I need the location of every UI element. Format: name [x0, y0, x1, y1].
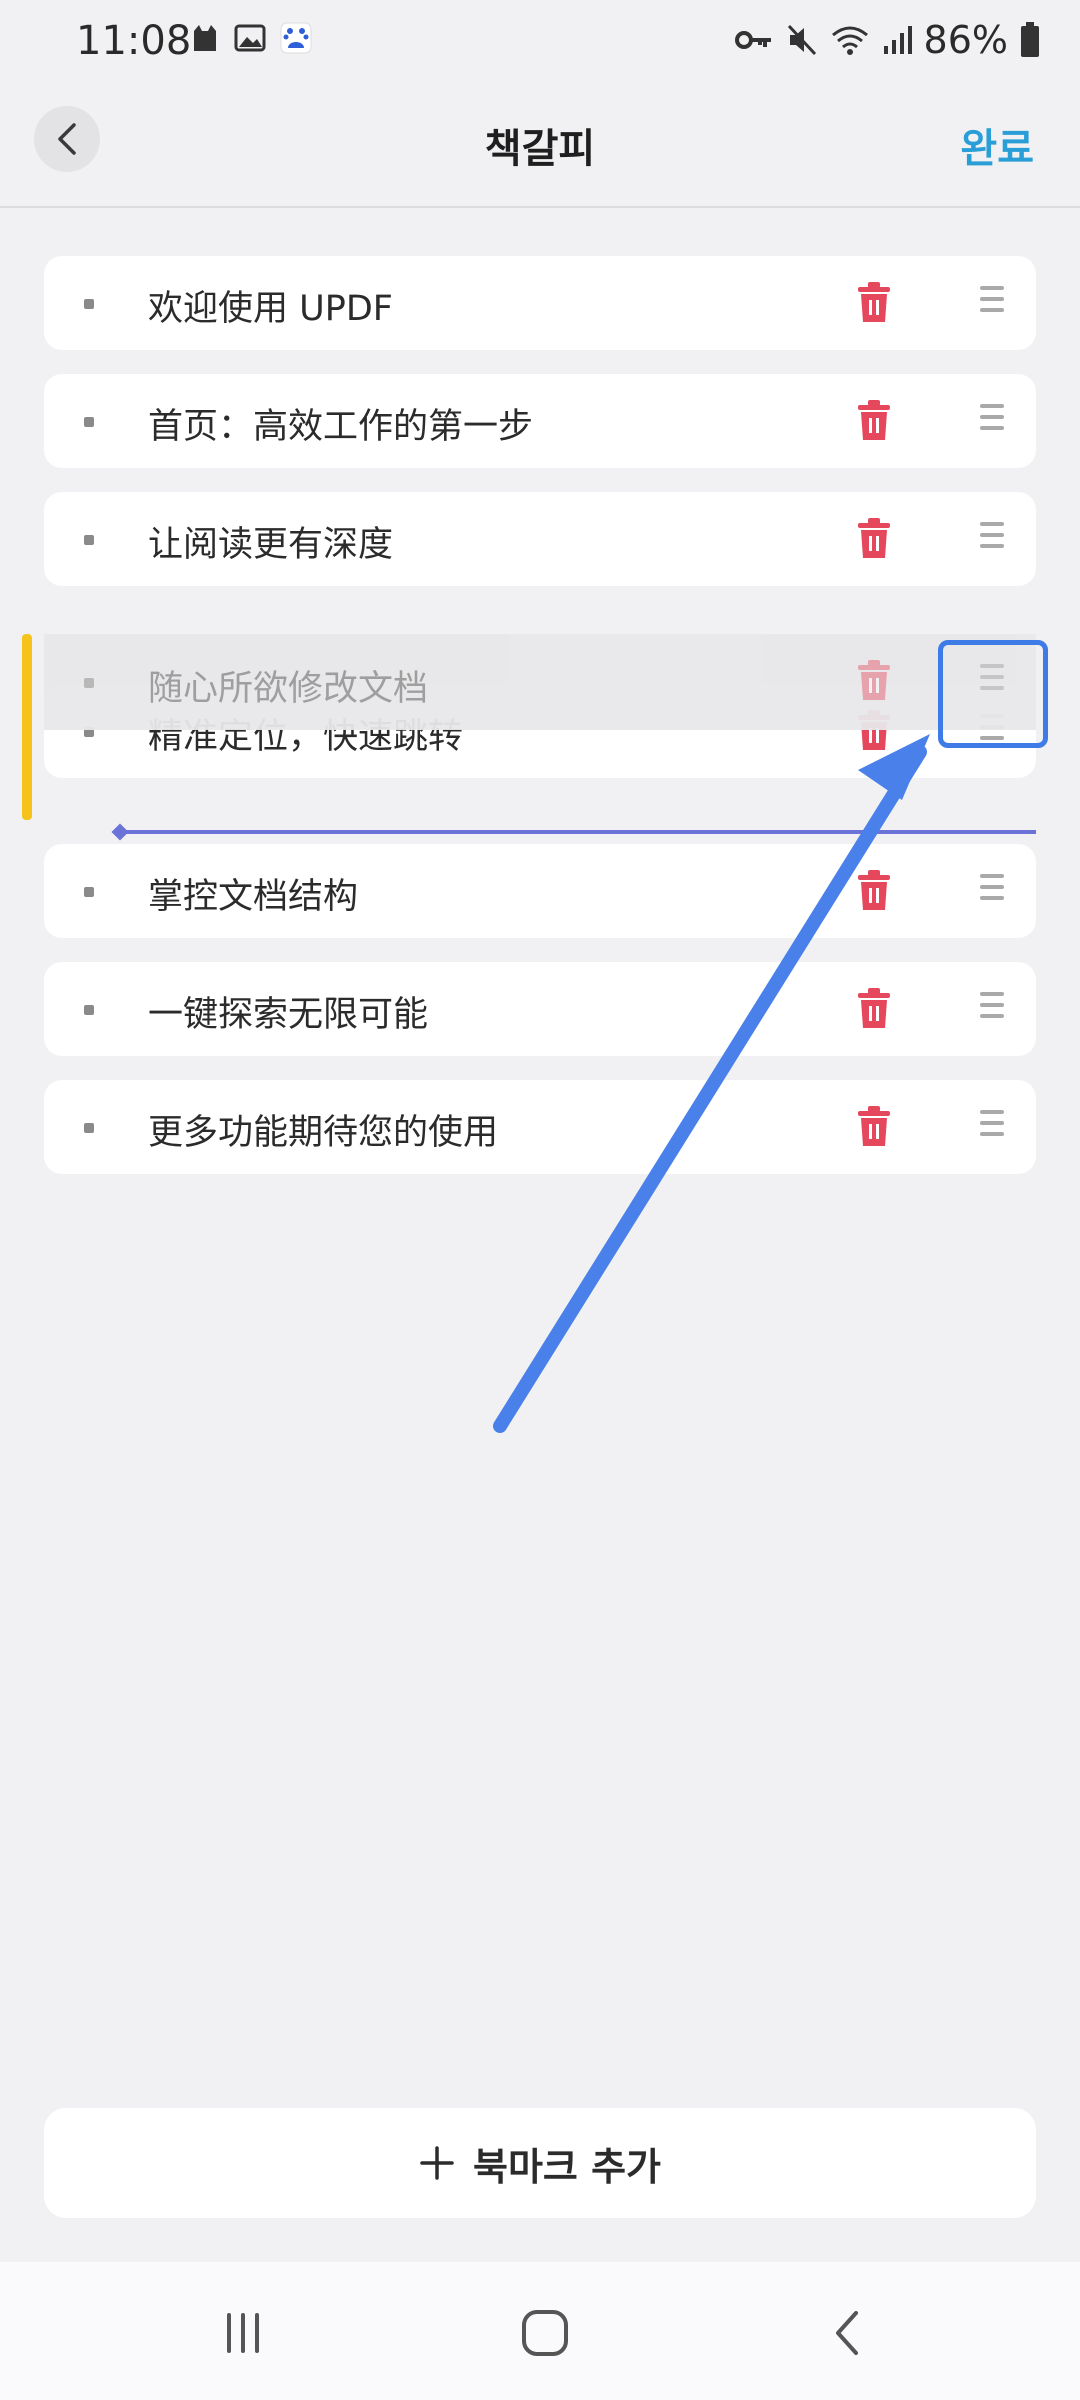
recent-apps-icon — [227, 2313, 259, 2353]
nav-back-button[interactable] — [812, 2298, 882, 2368]
plus-icon — [420, 2146, 454, 2180]
home-icon — [522, 2310, 568, 2356]
home-button[interactable] — [510, 2298, 580, 2368]
add-bookmark-button[interactable]: 북마크 추가 — [44, 2108, 1036, 2218]
back-icon — [836, 2311, 858, 2355]
annotation-arrow-icon — [493, 734, 930, 1433]
recent-apps-button[interactable] — [208, 2298, 278, 2368]
add-bookmark-label: 북마크 추가 — [472, 2144, 662, 2189]
system-nav-bar — [0, 2262, 1080, 2400]
